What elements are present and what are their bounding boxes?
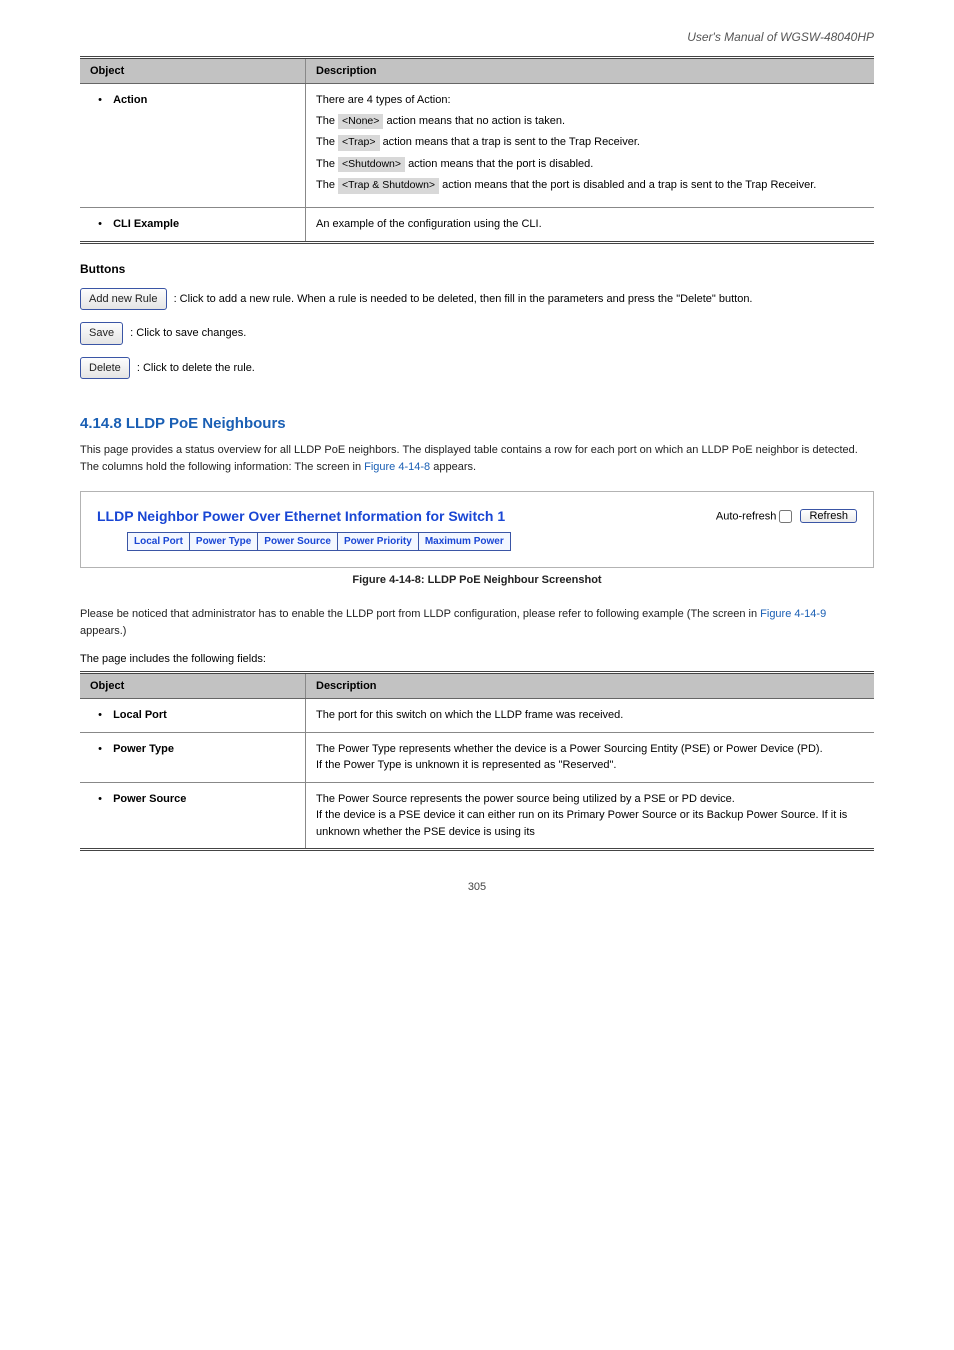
- section-body: This page provides a status overview for…: [80, 442, 874, 475]
- object-label: Power Type: [113, 743, 174, 755]
- object-label: Local Port: [113, 709, 167, 721]
- object-label: Action: [113, 94, 147, 106]
- button-desc: : Click to delete the rule.: [137, 362, 255, 374]
- object-description-table-2: Object Description • Local Port The port…: [80, 671, 874, 851]
- col-max-power: Maximum Power: [418, 533, 510, 551]
- button-desc: : Click to save changes.: [130, 327, 246, 339]
- option-pill-trap-shutdown: <Trap & Shutdown>: [338, 178, 439, 194]
- col-header-description: Description: [306, 673, 875, 699]
- desc-cell: The port for this switch on which the LL…: [306, 699, 875, 733]
- desc-cell: An example of the configuration using th…: [306, 208, 875, 243]
- section-heading: 4.14.8 LLDP PoE Neighbours: [80, 415, 874, 432]
- col-power-source: Power Source: [258, 533, 338, 551]
- buttons-block: Add new Rule : Click to add a new rule. …: [80, 288, 874, 380]
- refresh-button[interactable]: Refresh: [800, 509, 857, 523]
- section-title: LLDP PoE Neighbours: [126, 415, 286, 432]
- bullet-icon: •: [90, 741, 110, 758]
- object-label: CLI Example: [113, 218, 179, 230]
- table2-lead: The page includes the following fields:: [80, 653, 874, 665]
- figure-caption: Figure 4-14-8: LLDP PoE Neighbour Screen…: [80, 574, 874, 586]
- bullet-icon: •: [90, 216, 110, 233]
- lldp-poe-table: Local Port Power Type Power Source Power…: [127, 532, 511, 551]
- inset-title: LLDP Neighbor Power Over Ethernet Inform…: [97, 508, 505, 524]
- option-pill-none: <None>: [338, 114, 383, 130]
- desc-post: action means that the port is disabled.: [408, 158, 593, 170]
- button-desc: : Click to add a new rule. When a rule i…: [174, 293, 753, 305]
- object-label: Power Source: [113, 793, 186, 805]
- col-header-description: Description: [306, 58, 875, 84]
- desc-post: action means that no action is taken.: [386, 115, 565, 127]
- col-header-object: Object: [80, 673, 306, 699]
- desc-pre: The: [316, 136, 335, 148]
- table-row: • CLI Example An example of the configur…: [80, 208, 874, 243]
- auto-refresh-checkbox[interactable]: [779, 510, 792, 523]
- note-line: Please be noticed that administrator has…: [80, 606, 874, 639]
- col-power-type: Power Type: [189, 533, 257, 551]
- note-text-2: appears.): [80, 625, 126, 637]
- object-description-table-1: Object Description • Action There are 4 …: [80, 56, 874, 244]
- buttons-heading: Buttons: [80, 262, 874, 276]
- desc-line: There are 4 types of Action:: [316, 92, 864, 109]
- table-row: • Power Type The Power Type represents w…: [80, 732, 874, 782]
- section-body-2: appears.: [433, 461, 476, 473]
- bullet-icon: •: [90, 92, 110, 109]
- desc-pre: The: [316, 115, 335, 127]
- bullet-icon: •: [90, 707, 110, 724]
- desc-cell: The Power Source represents the power so…: [306, 782, 875, 850]
- option-pill-shutdown: <Shutdown>: [338, 157, 405, 173]
- auto-refresh-label[interactable]: Auto-refresh: [716, 510, 797, 523]
- option-pill-trap: <Trap>: [338, 135, 379, 151]
- delete-button[interactable]: Delete: [80, 357, 130, 380]
- add-new-rule-button[interactable]: Add new Rule: [80, 288, 167, 311]
- note-text-1: Please be noticed that administrator has…: [80, 608, 760, 620]
- col-header-object: Object: [80, 58, 306, 84]
- desc-pre: The: [316, 179, 335, 191]
- col-local-port: Local Port: [128, 533, 190, 551]
- section-number: 4.14.8: [80, 415, 122, 432]
- table-row: • Action There are 4 types of Action: Th…: [80, 84, 874, 208]
- table-row: • Local Port The port for this switch on…: [80, 699, 874, 733]
- desc-pre: The: [316, 158, 335, 170]
- table-row: • Power Source The Power Source represen…: [80, 782, 874, 850]
- col-power-priority: Power Priority: [338, 533, 419, 551]
- auto-refresh-text: Auto-refresh: [716, 510, 777, 522]
- page-number: 305: [80, 881, 874, 893]
- figure-xref-2: Figure 4-14-9: [760, 608, 826, 620]
- save-button[interactable]: Save: [80, 322, 123, 345]
- desc-post: action means that a trap is sent to the …: [383, 136, 640, 148]
- desc-post: action means that the port is disabled a…: [442, 179, 816, 191]
- bullet-icon: •: [90, 791, 110, 808]
- poe-neighbour-screenshot: LLDP Neighbor Power Over Ethernet Inform…: [80, 491, 874, 568]
- page-header-docname: User's Manual of WGSW-48040HP: [80, 30, 874, 44]
- figure-xref: Figure 4-14-8: [364, 461, 430, 473]
- desc-cell: The Power Type represents whether the de…: [306, 732, 875, 782]
